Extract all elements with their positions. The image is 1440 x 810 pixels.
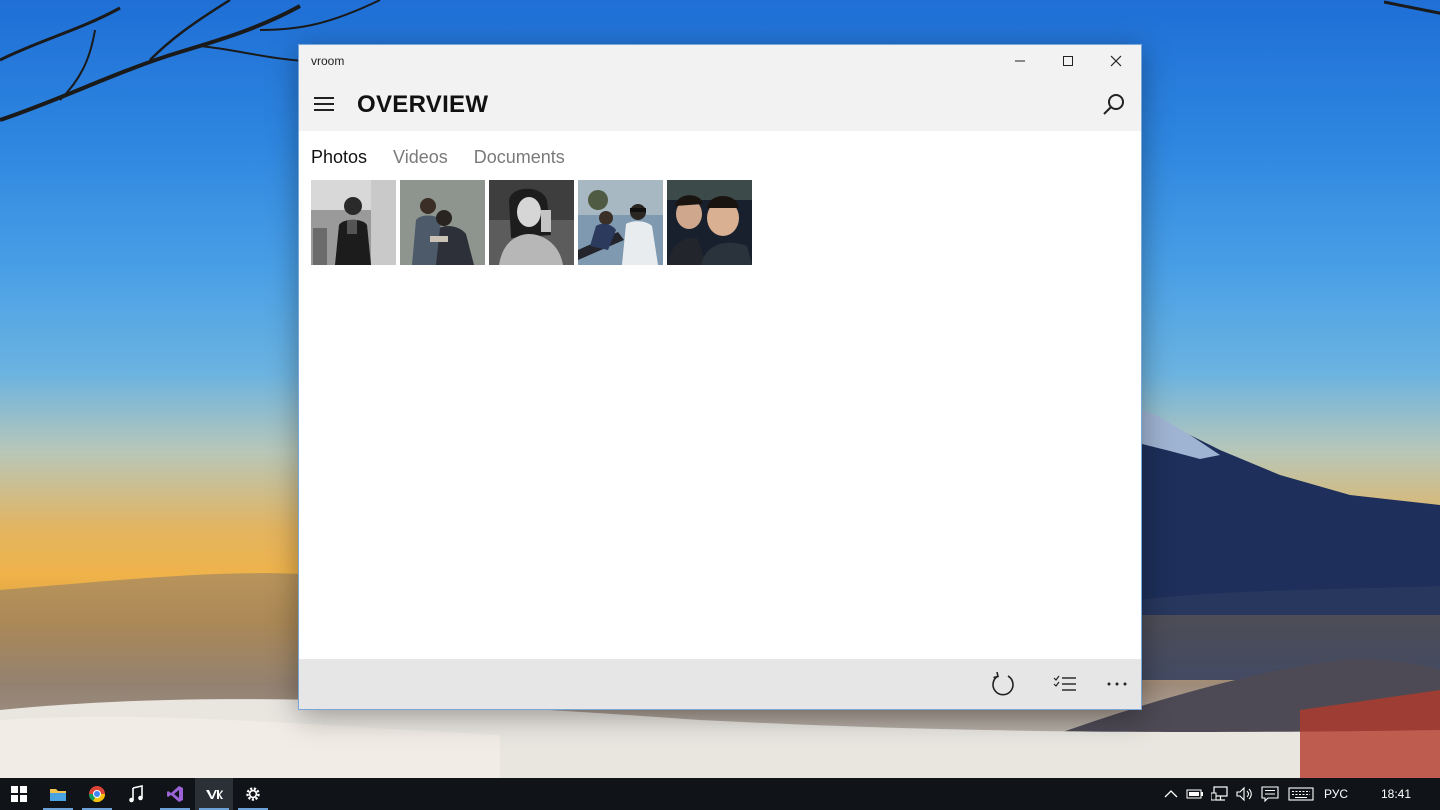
photo-thumbnail[interactable] <box>578 180 663 265</box>
search-icon <box>1103 94 1124 115</box>
menu-button[interactable] <box>313 94 335 114</box>
close-button[interactable] <box>1093 45 1139 77</box>
battery-icon <box>1186 789 1203 799</box>
show-hidden-icons-button[interactable] <box>1162 786 1180 802</box>
taskbar-vroom[interactable] <box>195 778 233 810</box>
refresh-button[interactable] <box>989 670 1017 698</box>
battery-button[interactable] <box>1186 786 1204 802</box>
search-button[interactable] <box>1101 92 1127 118</box>
notifications-icon <box>1261 786 1279 802</box>
minimize-icon <box>1015 60 1025 62</box>
speaker-icon <box>1236 786 1252 802</box>
photo-thumbnail[interactable] <box>667 180 752 265</box>
app-header: OVERVIEW <box>299 77 1141 131</box>
refresh-icon <box>992 671 1014 696</box>
photo-thumbnail[interactable] <box>489 180 574 265</box>
windows-logo-icon <box>11 786 27 802</box>
visual-studio-icon <box>167 786 183 802</box>
hamburger-icon <box>314 97 334 111</box>
taskbar-visual-studio[interactable] <box>156 778 194 810</box>
select-button[interactable] <box>1051 670 1079 698</box>
network-button[interactable] <box>1211 786 1229 802</box>
photo-image <box>578 180 663 265</box>
more-icon <box>1107 682 1127 686</box>
maximize-icon <box>1063 56 1073 66</box>
volume-button[interactable] <box>1236 786 1254 802</box>
action-center-button[interactable] <box>1261 786 1279 802</box>
select-list-icon <box>1053 675 1076 691</box>
close-icon <box>1110 55 1122 67</box>
photo-image <box>489 180 574 265</box>
command-bar <box>299 659 1141 709</box>
title-bar[interactable]: vroom <box>299 45 1141 77</box>
keyboard-icon <box>1288 787 1314 801</box>
touch-keyboard-button[interactable] <box>1288 786 1314 802</box>
pivot-tabs: Photos Videos Documents <box>311 147 565 171</box>
gear-icon <box>246 787 260 801</box>
taskbar-settings[interactable] <box>234 778 272 810</box>
music-note-icon <box>129 785 143 803</box>
chevron-up-icon <box>1164 790 1178 798</box>
window-title: vroom <box>311 54 345 68</box>
chrome-icon <box>88 786 106 803</box>
maximize-button[interactable] <box>1045 45 1091 77</box>
tab-videos[interactable]: Videos <box>393 147 448 171</box>
clock-time[interactable]: 18:41 <box>1381 787 1411 801</box>
folder-icon <box>50 789 66 801</box>
taskbar-music[interactable] <box>117 778 155 810</box>
vk-icon <box>206 790 223 799</box>
minimize-button[interactable] <box>997 45 1043 77</box>
photo-image <box>400 180 485 265</box>
taskbar-file-explorer[interactable] <box>39 778 77 810</box>
page-title: OVERVIEW <box>357 91 489 118</box>
tab-photos[interactable]: Photos <box>311 147 367 171</box>
photo-image <box>667 180 752 265</box>
network-icon <box>1211 786 1228 801</box>
start-button[interactable] <box>0 778 38 810</box>
photo-thumbnail[interactable] <box>311 180 396 265</box>
more-button[interactable] <box>1103 670 1131 698</box>
input-language[interactable]: РУС <box>1324 787 1348 801</box>
photo-grid <box>311 180 752 265</box>
taskbar-chrome[interactable] <box>78 778 116 810</box>
photo-thumbnail[interactable] <box>400 180 485 265</box>
tab-documents[interactable]: Documents <box>474 147 565 171</box>
photo-image <box>311 180 396 265</box>
app-window: vroom OVERVIEW Photos Videos Documents <box>298 44 1142 710</box>
tree-branch-right <box>1384 0 1440 15</box>
taskbar: РУС 18:41 <box>0 778 1440 810</box>
